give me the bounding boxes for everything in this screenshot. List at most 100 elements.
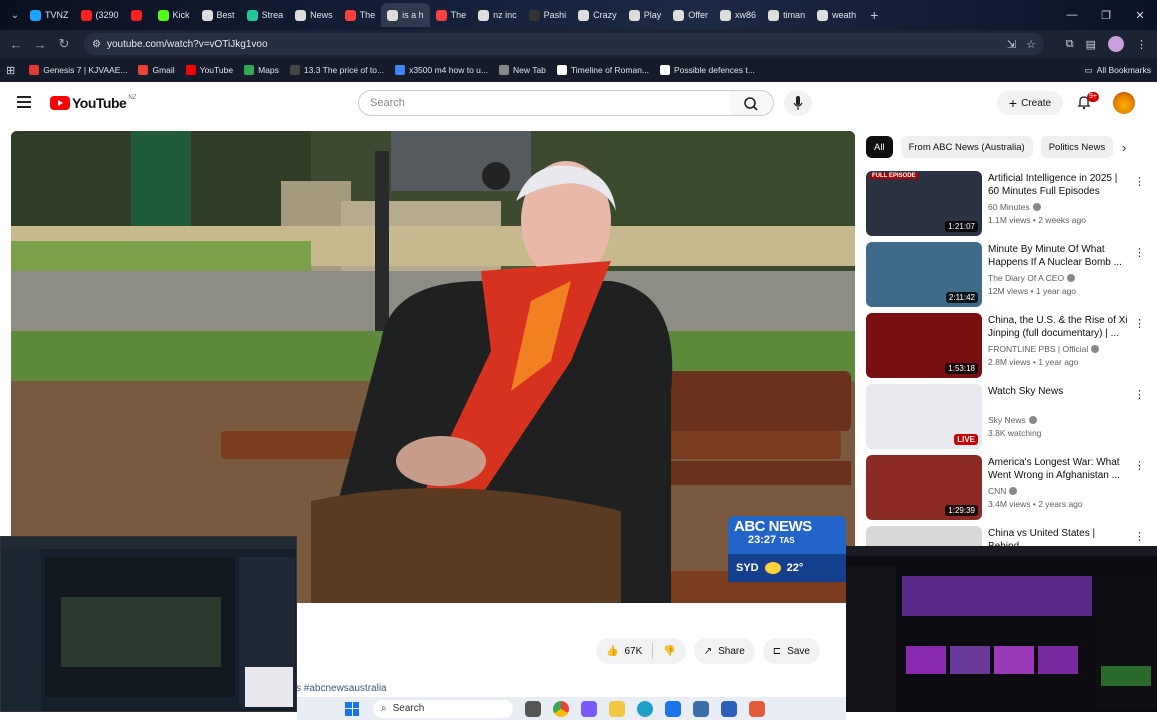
- browser-menu-icon[interactable]: ⋮: [1136, 38, 1147, 51]
- related-video-item[interactable]: 1:53:18 China, the U.S. & the Rise of Xi …: [866, 313, 1150, 384]
- address-bar[interactable]: ⚙ youtube.com/watch?v=vOTiJkg1voo ⇲ ☆: [84, 33, 1044, 55]
- bookmark-star-icon[interactable]: ☆: [1026, 38, 1036, 51]
- install-app-icon[interactable]: ⇲: [1007, 38, 1016, 51]
- video-thumbnail[interactable]: 1:29:39: [866, 455, 982, 520]
- channel-name[interactable]: 60 Minutes: [988, 202, 1030, 212]
- channel-name[interactable]: CNN: [988, 486, 1006, 496]
- edge-icon[interactable]: [637, 700, 653, 717]
- browser-tab[interactable]: timan: [762, 3, 811, 27]
- related-video-item[interactable]: FULL EPISODE 1:21:07 Artificial Intelligen…: [866, 171, 1150, 242]
- youtube-logo[interactable]: YouTube NZ: [50, 95, 136, 111]
- bookmark-item[interactable]: Maps: [244, 65, 279, 75]
- browser-tab[interactable]: News: [289, 3, 339, 27]
- task-view-icon[interactable]: [525, 700, 541, 717]
- file-explorer-icon[interactable]: [609, 700, 625, 717]
- new-tab-button[interactable]: +: [862, 7, 886, 23]
- pip-window-right[interactable]: [846, 546, 1157, 712]
- account-avatar[interactable]: [1113, 92, 1135, 114]
- extensions-icon[interactable]: ⧉: [1066, 38, 1074, 51]
- browser-tab[interactable]: xw86: [714, 3, 762, 27]
- filter-chip[interactable]: All: [866, 136, 893, 158]
- more-options-icon[interactable]: ⋮: [1134, 530, 1145, 543]
- tab-search-icon[interactable]: ⌄: [6, 10, 24, 21]
- close-window-button[interactable]: ✕: [1123, 9, 1157, 22]
- store-icon[interactable]: [721, 700, 737, 717]
- taskbar-search[interactable]: ⌕ Search: [373, 699, 513, 718]
- browser-tab[interactable]: Offer: [667, 3, 714, 27]
- browser-tab[interactable]: Best: [196, 3, 241, 27]
- more-options-icon[interactable]: ⋮: [1134, 317, 1145, 330]
- video-title[interactable]: China, the U.S. & the Rise of Xi Jinping…: [988, 314, 1128, 340]
- filter-chip[interactable]: Politics News: [1040, 136, 1114, 158]
- video-title[interactable]: Artificial Intelligence in 2025 | 60 Min…: [988, 172, 1128, 198]
- share-button[interactable]: ↗ Share: [693, 638, 755, 664]
- browser-tab[interactable]: Play: [623, 3, 668, 27]
- browser-tab[interactable]: nz inc: [472, 3, 523, 27]
- minimize-button[interactable]: —: [1055, 9, 1089, 21]
- mail-icon[interactable]: [665, 700, 681, 717]
- description-hashtags[interactable]: s #abcnewsaustralia: [296, 683, 387, 694]
- video-thumbnail[interactable]: 2:11:42: [866, 242, 982, 307]
- browser-tab[interactable]: TVNZ: [24, 3, 75, 27]
- more-options-icon[interactable]: ⋮: [1134, 388, 1145, 401]
- related-video-item[interactable]: LIVE Watch Sky News Sky News 3.8K watching ⋮: [866, 384, 1150, 455]
- forward-button[interactable]: →: [28, 37, 52, 52]
- browser-tab[interactable]: Crazy: [572, 3, 623, 27]
- copilot-icon[interactable]: [581, 700, 597, 717]
- profile-avatar[interactable]: [1108, 36, 1124, 52]
- channel-name[interactable]: FRONTLINE PBS | Official: [988, 344, 1088, 354]
- site-info-icon[interactable]: ⚙: [92, 39, 101, 50]
- search-button[interactable]: [730, 90, 774, 116]
- browser-tab[interactable]: The: [430, 3, 473, 27]
- pip-window-left[interactable]: [0, 536, 297, 712]
- browser-tab[interactable]: Strea: [241, 3, 290, 27]
- channel-name[interactable]: Sky News: [988, 415, 1026, 425]
- apps-grid-icon[interactable]: ⊞: [6, 64, 15, 77]
- browser-tab[interactable]: (3290: [75, 3, 125, 27]
- bookmark-item[interactable]: Possible defences t...: [660, 65, 755, 75]
- voice-search-button[interactable]: [784, 90, 812, 116]
- related-video-item[interactable]: 2:11:42 Minute By Minute Of What Happens …: [866, 242, 1150, 313]
- video-title[interactable]: Minute By Minute Of What Happens If A Nu…: [988, 243, 1128, 269]
- channel-name[interactable]: The Diary Of A CEO: [988, 273, 1064, 283]
- all-bookmarks-button[interactable]: ▭ All Bookmarks: [1085, 58, 1151, 82]
- calculator-icon[interactable]: [693, 700, 709, 717]
- filter-chip[interactable]: From ABC News (Australia): [900, 136, 1033, 158]
- bookmark-item[interactable]: Gmail: [138, 65, 175, 75]
- reload-button[interactable]: ↻: [52, 36, 76, 52]
- video-thumbnail[interactable]: 1:53:18: [866, 313, 982, 378]
- maximize-button[interactable]: ❐: [1089, 9, 1123, 22]
- chevron-right-icon[interactable]: ›: [1122, 140, 1126, 155]
- video-title[interactable]: America's Longest War: What Went Wrong i…: [988, 456, 1128, 482]
- reading-list-icon[interactable]: ▤: [1086, 38, 1096, 51]
- create-button[interactable]: + Create: [997, 91, 1063, 115]
- bookmark-item[interactable]: x3500 m4 how to u...: [395, 65, 488, 75]
- more-options-icon[interactable]: ⋮: [1134, 175, 1145, 188]
- bookmark-item[interactable]: Genesis 7 | KJVAAE...: [29, 65, 127, 75]
- bookmark-item[interactable]: New Tab: [498, 65, 546, 75]
- media-app-icon[interactable]: [749, 700, 765, 717]
- browser-tab[interactable]: Kick: [152, 3, 196, 27]
- related-video-item[interactable]: 1:29:39 America's Longest War: What Went …: [866, 455, 1150, 526]
- browser-tab[interactable]: is a h: [381, 3, 430, 27]
- browser-tab[interactable]: weath: [811, 3, 862, 27]
- more-options-icon[interactable]: ⋮: [1134, 459, 1145, 472]
- browser-tab[interactable]: Pashi: [523, 3, 573, 27]
- like-button[interactable]: 👍 67K: [606, 646, 642, 657]
- chrome-icon[interactable]: [553, 700, 569, 717]
- more-options-icon[interactable]: ⋮: [1134, 246, 1145, 259]
- browser-tab[interactable]: [125, 3, 152, 27]
- dislike-button[interactable]: 👎: [663, 646, 675, 657]
- back-button[interactable]: ←: [4, 37, 28, 52]
- save-button[interactable]: ⊏ Save: [762, 638, 820, 664]
- video-thumbnail[interactable]: FULL EPISODE 1:21:07: [866, 171, 982, 236]
- video-title[interactable]: Watch Sky News: [988, 385, 1128, 398]
- bookmark-item[interactable]: 13.3 The price of to...: [289, 65, 384, 75]
- video-thumbnail[interactable]: LIVE: [866, 384, 982, 449]
- browser-tab[interactable]: The: [339, 3, 382, 27]
- bookmark-item[interactable]: Timeline of Roman...: [556, 65, 649, 75]
- windows-start-icon[interactable]: [345, 701, 359, 716]
- search-input[interactable]: Search: [358, 90, 731, 116]
- menu-icon[interactable]: [17, 96, 31, 111]
- bookmark-item[interactable]: YouTube: [185, 65, 233, 75]
